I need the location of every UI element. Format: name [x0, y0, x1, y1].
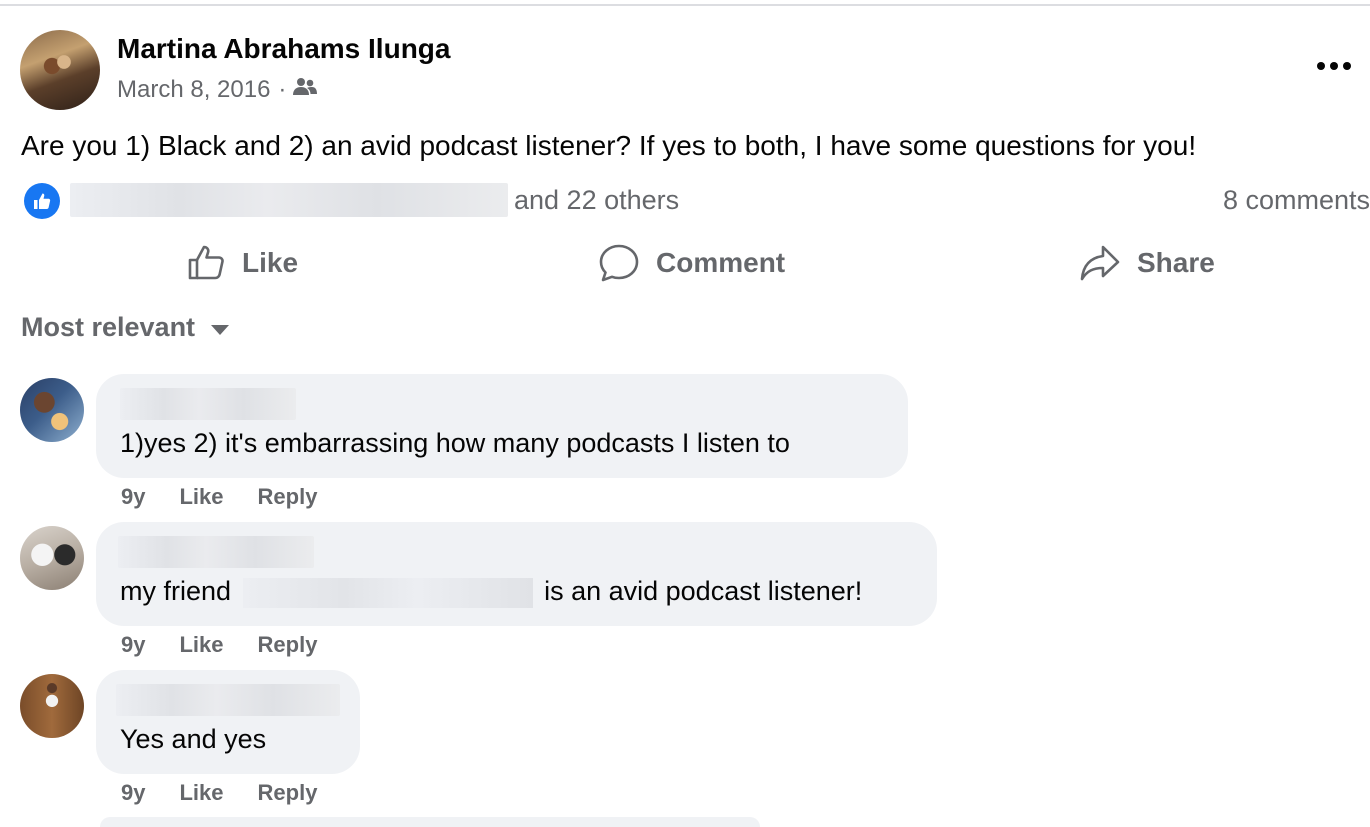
caret-down-icon — [211, 324, 230, 335]
comment-reply-button[interactable]: Reply — [258, 484, 318, 510]
thumbs-up-icon — [188, 245, 224, 280]
like-reaction-icon[interactable] — [24, 183, 60, 219]
comment-button[interactable]: Comment — [598, 240, 785, 286]
comment-text: Yes and yes — [120, 724, 267, 754]
friends-icon[interactable] — [292, 76, 318, 104]
comment-actions: 9y Like Reply — [121, 484, 351, 510]
author-name[interactable]: Martina Abrahams Ilunga — [117, 33, 450, 65]
like-label: Like — [242, 247, 299, 278]
comment-bubble: Yes and yes — [96, 670, 360, 774]
reactions-summary: and 22 others 8 comments — [22, 182, 1370, 222]
post-text: Are you 1) Black and 2) an avid podcast … — [21, 130, 1197, 161]
commenter-avatar[interactable] — [20, 526, 84, 590]
comment-actions: 9y Like Reply — [121, 632, 351, 658]
like-button[interactable]: Like — [186, 240, 298, 286]
commenter-avatar[interactable] — [20, 674, 84, 738]
comment-timestamp[interactable]: 9y — [121, 484, 145, 510]
comment-timestamp[interactable]: 9y — [121, 780, 145, 806]
comment-text-before: my friend — [120, 576, 232, 606]
comment-bubble: my friend is an avid podcast listener! — [96, 522, 937, 626]
more-options-icon[interactable] — [1314, 52, 1354, 80]
comment-reply-button[interactable]: Reply — [258, 780, 318, 806]
comment-like-button[interactable]: Like — [179, 632, 223, 658]
reactors-others[interactable]: and 22 others — [514, 185, 679, 216]
tagged-friend-redacted[interactable] — [242, 577, 533, 608]
comment-actions: 9y Like Reply — [121, 780, 351, 806]
comment-text: 1)yes 2) it's embarrassing how many podc… — [120, 428, 790, 458]
share-label: Share — [1137, 247, 1215, 278]
speech-bubble-icon — [599, 244, 639, 282]
comment-like-button[interactable]: Like — [179, 780, 223, 806]
meta-separator: · — [278, 76, 287, 103]
comment-label: Comment — [656, 247, 786, 278]
reactor-names-redacted[interactable] — [70, 183, 508, 217]
comment-sort-dropdown[interactable]: Most relevant — [21, 312, 230, 343]
post-date[interactable]: March 8, 2016 — [117, 76, 270, 104]
post-meta: March 8, 2016 · — [117, 76, 318, 104]
commenter-name-redacted[interactable] — [120, 388, 296, 420]
comment-bubble: 1)yes 2) it's embarrassing how many podc… — [96, 374, 908, 478]
sort-label: Most relevant — [21, 312, 196, 342]
share-button[interactable]: Share — [1079, 240, 1215, 286]
comment-like-button[interactable]: Like — [179, 484, 223, 510]
comment-timestamp[interactable]: 9y — [121, 632, 145, 658]
comments-count[interactable]: 8 comments — [1223, 185, 1370, 216]
commenter-name-redacted[interactable] — [116, 684, 340, 716]
top-divider — [0, 4, 1370, 6]
commenter-avatar[interactable] — [20, 378, 84, 442]
comment-text-after: is an avid podcast listener! — [544, 576, 863, 606]
author-avatar[interactable] — [20, 30, 100, 110]
share-arrow-icon — [1080, 245, 1120, 281]
comment-text: my friend is an avid podcast listener! — [120, 576, 862, 608]
comment-reply-button[interactable]: Reply — [258, 632, 318, 658]
commenter-name-redacted[interactable] — [118, 536, 314, 568]
next-comment-bubble-partial — [100, 817, 760, 827]
